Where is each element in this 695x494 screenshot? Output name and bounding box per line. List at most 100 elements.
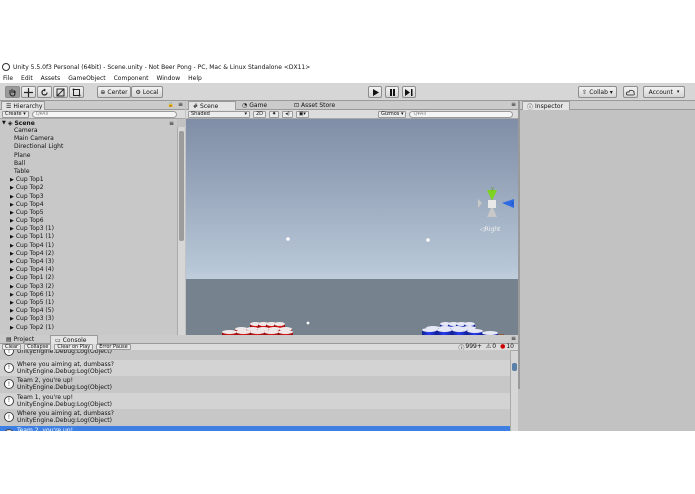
console-log-entry[interactable]: ! UnityEngine.Debug:Log(Object)	[0, 350, 510, 360]
scene-root-row[interactable]: ▼ ◈ Scene ≡	[0, 119, 177, 127]
menu-help[interactable]: Help	[188, 75, 202, 82]
create-dropdown[interactable]: Create ▾	[2, 110, 29, 118]
hierarchy-item[interactable]: ▶ Cup Top3 (2)	[0, 283, 177, 291]
expand-arrow-icon[interactable]: ▶	[10, 292, 14, 298]
expand-arrow-icon[interactable]: ▶	[10, 177, 14, 183]
play-button[interactable]	[368, 86, 382, 98]
move-tool-button[interactable]	[21, 86, 36, 98]
hierarchy-item[interactable]: ▶ Cup Top4 (2)	[0, 250, 177, 258]
expand-arrow-icon[interactable]: ▶	[10, 210, 14, 216]
cloud-services-button[interactable]	[623, 86, 638, 98]
expand-arrow-icon[interactable]: ▶	[10, 251, 14, 257]
hierarchy-item[interactable]: ▶ Cup Top2 (1)	[0, 324, 177, 332]
hierarchy-item[interactable]: ▶ Cup Top4 (5)	[0, 307, 177, 315]
scene-search-input[interactable]: Q▾All	[409, 110, 514, 118]
collab-dropdown[interactable]: ⇧ Collab ▾	[578, 86, 617, 98]
console-log-entry[interactable]: ! Where you aiming at, dumbass? UnityEngin…	[0, 409, 510, 426]
tab-hierarchy[interactable]: ☰ Hierarchy	[1, 101, 45, 110]
hierarchy-item[interactable]: ▶ Cup Top1 (2)	[0, 274, 177, 282]
console-log-entry[interactable]: !Team 2, you're up!UnityEngine.Debug:Log…	[0, 376, 510, 393]
tab-game[interactable]: ◔ Game	[238, 101, 271, 110]
pivot-center-toggle[interactable]: ⊕ Center	[97, 86, 131, 98]
hierarchy-item[interactable]: ▶ Cup Top6 (1)	[0, 291, 177, 299]
console-scroll-thumb[interactable]	[512, 363, 517, 371]
tab-project[interactable]: ▤ Project	[2, 335, 38, 344]
panel-menu-icon[interactable]: ≡	[178, 101, 183, 108]
hierarchy-item[interactable]: ▶ Cup Top6	[0, 217, 177, 225]
hierarchy-item[interactable]: ▶ Cup Top4 (1)	[0, 242, 177, 250]
hierarchy-item[interactable]: ▶ Cup Top1	[0, 176, 177, 184]
asset-store-bag-icon: ⊡	[294, 102, 300, 109]
hierarchy-item[interactable]: ▶ Cup Top3	[0, 193, 177, 201]
hierarchy-item[interactable]: ▶ Cup Top2	[0, 184, 177, 192]
step-button[interactable]	[402, 86, 416, 98]
console-log-entry[interactable]: !Team 2, you're up!UnityEngine.Debug:Log…	[0, 425, 510, 431]
effects-dropdown[interactable]: ▣▾	[295, 110, 309, 118]
expand-arrow-icon[interactable]: ▶	[10, 185, 14, 191]
expand-arrow-icon[interactable]: ▶	[10, 300, 14, 306]
console-log-entry[interactable]: ! Team 1, you're up! UnityEngine.Debug:Log…	[0, 392, 510, 409]
account-dropdown[interactable]: Account ▾	[643, 86, 685, 98]
expand-arrow-icon[interactable]: ▶	[10, 308, 14, 314]
cup-rim	[422, 328, 437, 332]
scene-options-icon[interactable]: ≡	[169, 120, 174, 127]
hierarchy-item[interactable]: ▶ Cup Top5 (1)	[0, 299, 177, 307]
menu-edit[interactable]: Edit	[21, 75, 33, 82]
expand-arrow-icon[interactable]: ▼	[2, 120, 6, 126]
expand-arrow-icon[interactable]: ▶	[10, 325, 14, 331]
expand-arrow-icon[interactable]: ▶	[10, 284, 14, 290]
expand-arrow-icon[interactable]: ▶	[10, 202, 14, 208]
console-log-entry[interactable]: ! Where you aiming at, dumbass? UnityEngin…	[0, 359, 510, 376]
rect-tool-button[interactable]	[69, 86, 84, 98]
audio-toggle[interactable]: ◂)	[282, 110, 293, 118]
pause-button[interactable]	[385, 86, 399, 98]
space-local-toggle[interactable]: ⚙ Local	[131, 86, 163, 98]
gizmos-dropdown[interactable]: Gizmos ▾	[377, 110, 407, 118]
tab-inspector[interactable]: ⓘ Inspector	[522, 101, 570, 111]
hierarchy-item[interactable]: Plane	[0, 152, 177, 160]
expand-arrow-icon[interactable]: ▶	[10, 243, 14, 249]
expand-arrow-icon[interactable]: ▶	[10, 194, 14, 200]
rotate-tool-button[interactable]	[37, 86, 52, 98]
tab-scene[interactable]: # Scene	[188, 101, 236, 110]
cup-rim	[467, 329, 483, 333]
scale-tool-button[interactable]	[53, 86, 68, 98]
lock-icon[interactable]: 🔒	[168, 102, 174, 108]
tab-asset-store[interactable]: ⊡ Asset Store	[290, 101, 339, 110]
menu-file[interactable]: File	[3, 75, 13, 82]
hierarchy-scroll-thumb[interactable]	[179, 131, 184, 241]
expand-arrow-icon[interactable]: ▶	[10, 275, 14, 281]
expand-arrow-icon[interactable]: ▶	[10, 226, 14, 232]
hand-tool-button[interactable]	[5, 86, 20, 98]
hierarchy-item[interactable]: ▶ Cup Top1 (1)	[0, 233, 177, 241]
perspective-label[interactable]: ◁Right	[480, 226, 501, 233]
lighting-toggle[interactable]: ✷	[269, 110, 280, 118]
hierarchy-item[interactable]: Table	[0, 168, 177, 176]
menu-component[interactable]: Component	[114, 75, 149, 82]
hierarchy-item[interactable]: ▶ Cup Top4 (3)	[0, 258, 177, 266]
hierarchy-item[interactable]: ▶ Cup Top3 (3)	[0, 315, 177, 323]
menu-assets[interactable]: Assets	[41, 75, 61, 82]
hierarchy-item[interactable]: Camera	[0, 127, 177, 135]
expand-arrow-icon[interactable]: ▶	[10, 267, 14, 273]
tab-console[interactable]: ▭ Console	[50, 335, 98, 344]
expand-arrow-icon[interactable]: ▶	[10, 218, 14, 224]
hierarchy-item[interactable]: ▶ Cup Top4	[0, 201, 177, 209]
2d-toggle[interactable]: 2D	[253, 110, 267, 118]
hierarchy-item[interactable]: Directional Light	[0, 143, 177, 151]
hierarchy-item[interactable]: Main Camera	[0, 135, 177, 143]
console-scrollbar[interactable]	[510, 351, 518, 431]
panel-menu-icon[interactable]: ≡	[511, 101, 516, 108]
menu-gameobject[interactable]: GameObject	[68, 75, 105, 82]
hierarchy-item[interactable]: ▶ Cup Top3 (1)	[0, 225, 177, 233]
hierarchy-item[interactable]: ▶ Cup Top5	[0, 209, 177, 217]
expand-arrow-icon[interactable]: ▶	[10, 316, 14, 322]
expand-arrow-icon[interactable]: ▶	[10, 234, 14, 240]
menu-window[interactable]: Window	[156, 75, 180, 82]
expand-arrow-icon[interactable]: ▶	[10, 259, 14, 265]
panel-menu-icon[interactable]: ≡	[511, 335, 516, 342]
shading-mode-dropdown[interactable]: Shaded ▾	[188, 110, 250, 118]
hierarchy-item[interactable]: ▶ Cup Top4 (4)	[0, 266, 177, 274]
hierarchy-item[interactable]: Ball	[0, 160, 177, 168]
hierarchy-search-input[interactable]: Q▾All	[31, 110, 177, 118]
